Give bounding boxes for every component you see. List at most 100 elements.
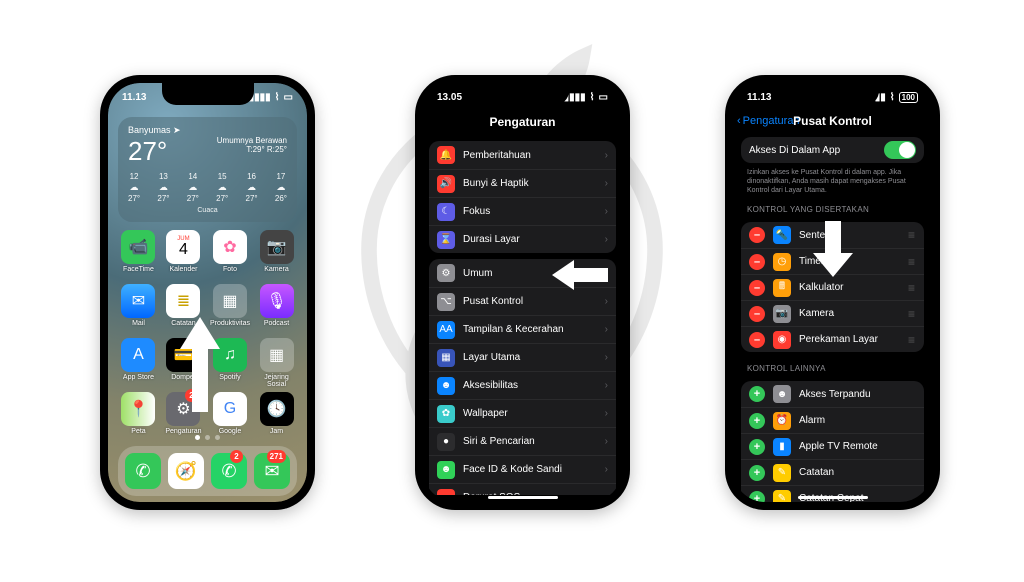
control-row-catatan-cepat[interactable]: +✎ Catatan Cepat xyxy=(741,485,924,502)
remove-button[interactable]: – xyxy=(749,227,765,243)
settings-row-tampilan-kecerahan[interactable]: AA Tampilan & Kecerahan › xyxy=(429,315,616,343)
row-icon: ✿ xyxy=(437,405,455,423)
settings-row-pusat-kontrol[interactable]: ⌥ Pusat Kontrol › xyxy=(429,287,616,315)
add-button[interactable]: + xyxy=(749,439,765,455)
control-row-kamera[interactable]: –📷 Kamera≡ xyxy=(741,300,924,326)
battery-icon: ▭ xyxy=(599,92,608,103)
chevron-right-icon: › xyxy=(605,436,608,447)
status-time: 11.13 xyxy=(122,92,146,103)
app-icon: A xyxy=(121,338,155,372)
cloud-icon: ☁︎ xyxy=(276,182,285,193)
app-kamera[interactable]: 📷Kamera xyxy=(258,230,295,280)
weather-caption: Cuaca xyxy=(128,207,287,214)
dock-app-safari[interactable]: 🧭 xyxy=(168,453,204,489)
control-icon: 🔦 xyxy=(773,226,791,244)
cloud-icon: ☁︎ xyxy=(159,182,168,193)
chevron-right-icon: › xyxy=(605,234,608,245)
control-icon: ⏰ xyxy=(773,412,791,430)
cloud-icon: ☁︎ xyxy=(130,182,139,193)
row-label: Tampilan & Kecerahan xyxy=(463,324,564,335)
app-podcast[interactable]: 🎙Podcast xyxy=(258,284,295,334)
settings-row-bunyi-haptik[interactable]: 🔊 Bunyi & Haptik › xyxy=(429,169,616,197)
chevron-right-icon: › xyxy=(605,150,608,161)
add-button[interactable]: + xyxy=(749,413,765,429)
app-icon: ✉︎ xyxy=(121,284,155,318)
settings-row-fokus[interactable]: ☾ Fokus › xyxy=(429,197,616,225)
remove-button[interactable]: – xyxy=(749,280,765,296)
dock-app-messages[interactable]: ✉︎271 xyxy=(254,453,290,489)
status-time: 13.05 xyxy=(437,92,462,103)
access-toggle[interactable] xyxy=(884,141,916,159)
settings-row-durasi-layar[interactable]: ⌛ Durasi Layar › xyxy=(429,225,616,253)
control-row-akses-terpandu[interactable]: +☻ Akses Terpandu xyxy=(741,381,924,407)
control-row-senter[interactable]: –🔦 Senter≡ xyxy=(741,222,924,248)
control-icon: ◉ xyxy=(773,331,791,349)
forecast-hour: 17☁︎26° xyxy=(275,172,287,203)
dock-app-phone[interactable]: ✆ xyxy=(125,453,161,489)
home-indicator[interactable] xyxy=(798,496,868,499)
app-foto[interactable]: ✿Foto xyxy=(210,230,250,280)
app-app-store[interactable]: AApp Store xyxy=(120,338,157,388)
app-kalender[interactable]: JUM4Kalender xyxy=(165,230,202,280)
access-label: Akses Di Dalam App xyxy=(749,145,840,156)
settings-row-pemberitahuan[interactable]: 🔔 Pemberitahuan › xyxy=(429,141,616,169)
remove-button[interactable]: – xyxy=(749,254,765,270)
row-icon: 🔊 xyxy=(437,175,455,193)
app-label: FaceTime xyxy=(123,266,154,280)
control-label: Alarm xyxy=(799,415,825,426)
weather-forecast: 12☁︎27°13☁︎27°14☁︎27°15☁︎27°16☁︎27°17☁︎2… xyxy=(128,172,287,203)
home-indicator[interactable] xyxy=(488,496,558,499)
remove-button[interactable]: – xyxy=(749,306,765,322)
drag-handle-icon[interactable]: ≡ xyxy=(908,260,916,264)
app-label: Jejaring Sosial xyxy=(258,374,295,388)
settings-list[interactable]: 🔔 Pemberitahuan ›🔊 Bunyi & Haptik ›☾ Fok… xyxy=(423,135,622,495)
settings-row-umum[interactable]: ⚙ Umum › xyxy=(429,259,616,287)
chevron-right-icon: › xyxy=(605,492,608,495)
settings-row-wallpaper[interactable]: ✿ Wallpaper › xyxy=(429,399,616,427)
row-icon: ⌛ xyxy=(437,231,455,249)
forecast-hour: 15☁︎27° xyxy=(216,172,228,203)
weather-widget[interactable]: Banyumas ➤ 27° Umumnya Berawan T:29° R:2… xyxy=(118,117,297,222)
drag-handle-icon[interactable]: ≡ xyxy=(908,286,916,290)
control-row-catatan[interactable]: +✎ Catatan xyxy=(741,459,924,485)
settings-row-siri-pencarian[interactable]: ● Siri & Pencarian › xyxy=(429,427,616,455)
add-button[interactable]: + xyxy=(749,465,765,481)
notch xyxy=(787,83,879,105)
drag-handle-icon[interactable]: ≡ xyxy=(908,338,916,342)
control-row-kalkulator[interactable]: –🖩 Kalkulator≡ xyxy=(741,274,924,300)
app-icon: 🕓 xyxy=(260,392,294,426)
access-in-app-row[interactable]: Akses Di Dalam App xyxy=(741,137,924,163)
cloud-icon: ☁︎ xyxy=(188,182,197,193)
remove-button[interactable]: – xyxy=(749,332,765,348)
phone-2-settings: 13.05 ▮▮▮▮ ⌇ ▭ Pengaturan 🔔 Pemberitahua… xyxy=(415,75,630,510)
control-row-alarm[interactable]: + ⏰ Alarm xyxy=(741,407,924,433)
chevron-right-icon: › xyxy=(605,178,608,189)
row-icon: ⚙ xyxy=(437,264,455,282)
drag-handle-icon[interactable]: ≡ xyxy=(908,312,916,316)
settings-row-darurat-sos[interactable]: SOS Darurat SOS › xyxy=(429,483,616,495)
chevron-right-icon: › xyxy=(605,464,608,475)
dock-app-whatsapp[interactable]: ✆2 xyxy=(211,453,247,489)
nav-bar: ‹ Pengaturan Pusat Kontrol xyxy=(733,111,932,131)
drag-handle-icon[interactable]: ≡ xyxy=(908,233,916,237)
settings-row-layar-utama[interactable]: ▦ Layar Utama › xyxy=(429,343,616,371)
control-row-timer[interactable]: –◷ Timer≡ xyxy=(741,248,924,274)
settings-row-aksesibilitas[interactable]: ☻ Aksesibilitas › xyxy=(429,371,616,399)
back-button[interactable]: ‹ Pengaturan xyxy=(737,115,800,127)
app-label: Spotify xyxy=(219,374,240,388)
page-indicator[interactable] xyxy=(108,435,307,440)
settings-row-face-id-kode-sandi[interactable]: ☻ Face ID & Kode Sandi › xyxy=(429,455,616,483)
chevron-left-icon: ‹ xyxy=(737,115,741,127)
app-facetime[interactable]: 📹FaceTime xyxy=(120,230,157,280)
add-button[interactable]: + xyxy=(749,386,765,402)
app-mail[interactable]: ✉︎Mail xyxy=(120,284,157,334)
more-header: KONTROL LAINNYA xyxy=(733,358,932,375)
row-icon: ☻ xyxy=(437,377,455,395)
add-button[interactable]: + xyxy=(749,491,765,502)
row-icon: ▦ xyxy=(437,349,455,367)
control-row-apple-tv-remote[interactable]: +▮ Apple TV Remote xyxy=(741,433,924,459)
app-jejaring-sosial[interactable]: ▦Jejaring Sosial xyxy=(258,338,295,388)
control-row-perekaman-layar[interactable]: –◉ Perekaman Layar≡ xyxy=(741,326,924,352)
chevron-right-icon: › xyxy=(605,352,608,363)
app-label: Foto xyxy=(223,266,237,280)
